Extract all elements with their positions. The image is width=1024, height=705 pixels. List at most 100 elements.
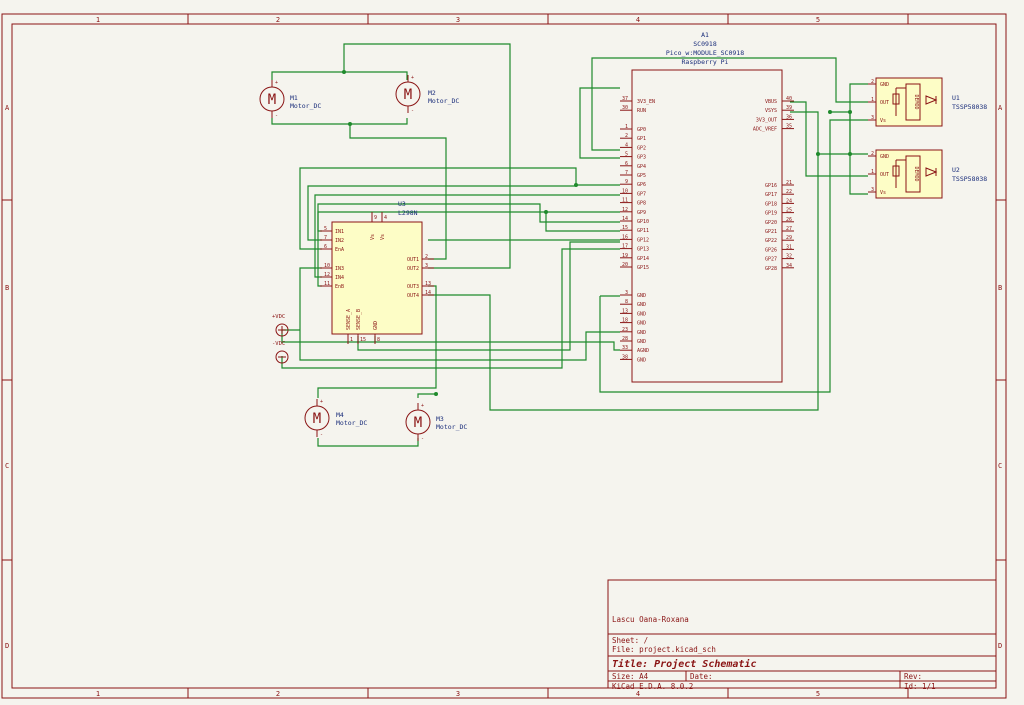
pico-pin-number: 6: [625, 161, 628, 167]
sheet-date: Date:: [690, 672, 713, 681]
pico-pin-name: GP8: [637, 201, 646, 207]
l298-pin-number: 13: [425, 281, 431, 287]
power-vdc-minus[interactable]: -VDC: [272, 341, 289, 364]
pico-pin-number: 11: [622, 198, 628, 204]
file-name: File: project.kicad_sch: [612, 645, 716, 654]
motor-value: Motor_DC: [336, 419, 367, 427]
ir-sensor-u2[interactable]: 2 GND 1 OUT 3 Vs DEMOD U2TSSP58038: [868, 149, 987, 199]
pico-pin-name: RUN: [637, 108, 646, 114]
sheet-border: 1122334455 A AB BC CD D: [1, 13, 1007, 699]
l298-pin-number: 9: [374, 215, 377, 221]
pico-pin-name: GP19: [765, 211, 777, 217]
pico-pin-number: 22: [786, 189, 792, 195]
ir-pin-number: 3: [871, 115, 874, 121]
l298-pin-name: Vs: [380, 234, 386, 240]
l298-pin-number: 4: [384, 215, 387, 221]
sheet-name: Sheet: /: [612, 636, 648, 645]
plus-mark: +: [320, 399, 323, 405]
motor-m2[interactable]: M + - M2Motor_DC: [395, 75, 459, 114]
motor-glyph: M: [414, 415, 422, 431]
l298-pin-number: 3: [425, 263, 428, 269]
pico-pin-number: 7: [625, 170, 628, 176]
ir-pin-name: OUT: [880, 172, 889, 178]
pico-pin-name: GP26: [765, 247, 777, 253]
ir-pin-number: 2: [871, 151, 874, 157]
pico-pin-name: GP7: [637, 191, 646, 197]
pico-pin-number: 28: [622, 336, 628, 342]
l298n-driver[interactable]: U3 L298N 5 IN1 7 IN2 6 EnA 10 IN3 12 IN4 11 EnB 2 OUT…: [320, 200, 434, 344]
pico-pin-name: GND: [637, 293, 646, 299]
ir-value: TSSP58038: [952, 103, 987, 111]
pico-pin-number: 2: [625, 133, 628, 139]
ir-value: TSSP58038: [952, 175, 987, 183]
power-neg-label: -VDC: [272, 341, 285, 347]
pico-pin-number: 15: [622, 225, 628, 231]
l298-pin-number: 2: [425, 254, 428, 260]
column-marker-top: 2: [276, 16, 280, 24]
ir-pin-name: GND: [880, 82, 889, 88]
l298-pin-number: 15: [360, 337, 366, 343]
ir-pin-name: OUT: [880, 100, 889, 106]
l298-pin-name: IN3: [335, 266, 344, 272]
pico-pin-name: GND: [637, 339, 646, 345]
pico-pin-name: GND: [637, 330, 646, 336]
column-marker-bottom: 4: [636, 690, 640, 698]
pico-pin-number: 13: [622, 308, 628, 314]
l298-pin-number: 8: [377, 337, 380, 343]
minus-mark: -: [411, 108, 414, 114]
pico-pin-number: 29: [786, 235, 792, 241]
pico-pin-name: GP21: [765, 229, 777, 235]
pico-pin-number: 23: [622, 327, 628, 333]
pico-pin-number: 20: [622, 262, 628, 268]
pico-pin-name: GND: [637, 311, 646, 317]
column-marker-top: 1: [96, 16, 100, 24]
motor-m4[interactable]: M + - M4Motor_DC: [304, 399, 367, 438]
motor-ref: M4: [336, 411, 344, 419]
pico-pin-name: GND: [637, 302, 646, 308]
ir-pin-name: GND: [880, 154, 889, 160]
l298-pin-name: EnB: [335, 284, 344, 290]
kicad-version: KiCad E.D.A. 8.0.2: [612, 682, 693, 691]
ir-pin-name: Vs: [880, 118, 886, 124]
column-marker-top: 5: [816, 16, 820, 24]
motor-m3[interactable]: M + - M3Motor_DC: [405, 403, 467, 442]
motor-ref: M2: [428, 89, 436, 97]
pico-pin-number: 14: [622, 216, 628, 222]
pico-pin-number: 39: [786, 105, 792, 111]
pico-pin-name: AGND: [637, 348, 649, 354]
pico-module[interactable]: A1 SC0918 Pico_w:MODULE_SC0918 Raspberry…: [620, 31, 794, 383]
motor-glyph: M: [268, 92, 276, 108]
sheet-id: Id: 1/1: [904, 682, 936, 691]
motor-ref: M1: [290, 94, 298, 102]
row-marker-right: D: [998, 642, 1002, 650]
column-marker-bottom: 5: [816, 690, 820, 698]
pico-footprint: Pico_w:MODULE_SC0918: [666, 49, 744, 57]
pico-pin-name: ADC_VREF: [753, 127, 777, 133]
motor-glyph: M: [404, 87, 412, 103]
l298-pin-name: OUT3: [407, 284, 419, 290]
pico-pin-number: 1: [625, 124, 628, 130]
ir-pin-name: Vs: [880, 190, 886, 196]
pico-pin-number: 30: [622, 105, 628, 111]
pico-pin-number: 10: [622, 188, 628, 194]
pico-pin-number: 9: [625, 179, 628, 185]
pico-pin-name: GP1: [637, 136, 646, 142]
power-vdc-plus[interactable]: +VDC: [272, 314, 289, 337]
l298-pin-name: EnA: [335, 247, 344, 253]
pico-pin-name: GP9: [637, 210, 646, 216]
pico-pin-name: GP3: [637, 155, 646, 161]
pico-pin-name: GP20: [765, 220, 777, 226]
pico-pin-number: 18: [622, 318, 628, 324]
pico-pin-number: 24: [786, 198, 792, 204]
pico-pin-number: 3: [625, 290, 628, 296]
pico-pin-name: VBUS: [765, 99, 777, 105]
pico-pin-name: GP16: [765, 183, 777, 189]
pico-pin-number: 17: [622, 244, 628, 250]
motor-m1[interactable]: M + - M1Motor_DC: [259, 80, 321, 119]
ir-sensor-u1[interactable]: 2 GND 1 OUT 3 Vs DEMOD U1TSSP58038: [868, 77, 987, 127]
pico-pin-number: 33: [622, 345, 628, 351]
motor-ref: M3: [436, 415, 444, 423]
pico-pin-number: 12: [622, 207, 628, 213]
ir-pin-number: 1: [871, 169, 874, 175]
l298-pin-name: OUT1: [407, 257, 419, 263]
